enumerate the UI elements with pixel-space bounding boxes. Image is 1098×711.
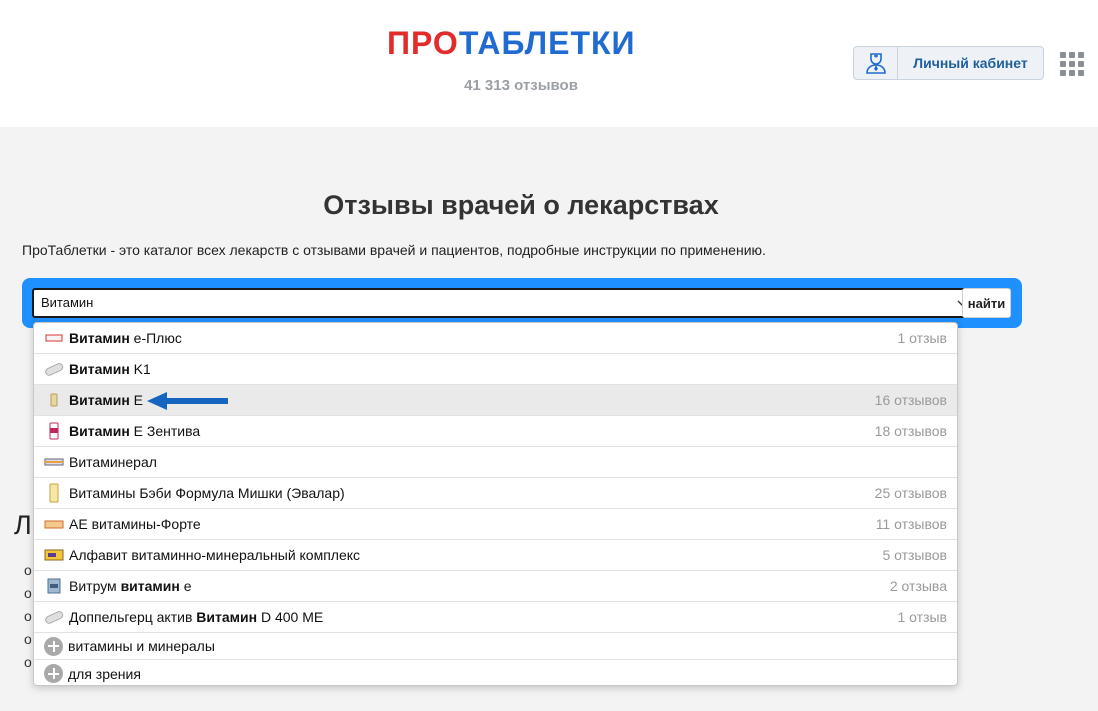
category-item[interactable]: для зрения	[34, 660, 957, 685]
suggestion-item[interactable]: Витаминерал	[34, 447, 957, 478]
personal-cabinet-label: Личный кабинет	[913, 55, 1028, 71]
partial-link[interactable]: о	[24, 585, 32, 608]
partial-link[interactable]: о	[24, 654, 32, 677]
tube-thumb-icon	[44, 483, 64, 503]
bottle-red-thumb-icon	[44, 422, 64, 440]
logo-part-pro: ПРО	[387, 25, 459, 61]
search-panel: Витамин найти	[22, 278, 1022, 328]
suggestion-item[interactable]: Витамин K1	[34, 354, 957, 385]
annotation-arrow-icon	[147, 392, 228, 410]
search-button[interactable]: найти	[962, 288, 1011, 318]
box-thumb-icon	[44, 331, 64, 345]
review-count: 2 отзыва	[889, 578, 947, 594]
section-links-partial: о о о о о	[24, 562, 32, 677]
doctor-icon	[854, 47, 898, 79]
strip-thumb-icon	[44, 455, 64, 469]
personal-cabinet-button[interactable]: Личный кабинет	[853, 46, 1044, 80]
review-count: 1 отзыв	[897, 609, 948, 625]
bottle-thumb-icon	[44, 393, 64, 407]
partial-link[interactable]: о	[24, 608, 32, 631]
box-orange-thumb-icon	[44, 517, 64, 531]
category-label: витамины и минералы	[68, 638, 215, 654]
category-label: для зрения	[68, 665, 141, 682]
suggestion-item[interactable]: Витамин е-Плюс 1 отзыв	[34, 323, 957, 354]
suggestion-item[interactable]: Витамин Е Зентива 18 отзывов	[34, 416, 957, 447]
pill-thumb-icon	[44, 610, 64, 624]
intro-text: ПроТаблетки - это каталог всех лекарств …	[22, 242, 766, 258]
suggestion-item[interactable]: Витрум витамин е 2 отзыва	[34, 571, 957, 602]
review-count: 11 отзывов	[875, 516, 947, 532]
autocomplete-dropdown: Витамин е-Плюс 1 отзыв Витамин K1 Витами…	[33, 322, 958, 686]
suggestion-item[interactable]: Алфавит витаминно-минеральный комплекс 5…	[34, 540, 957, 571]
review-count: 16 отзывов	[874, 392, 947, 408]
page-title: Отзывы врачей о лекарствах	[323, 190, 719, 220]
suggestion-item[interactable]: АЕ витамины-Форте 11 отзывов	[34, 509, 957, 540]
section-heading-partial: Л	[14, 510, 32, 540]
plus-icon	[44, 664, 63, 683]
review-count: 18 отзывов	[874, 423, 947, 439]
search-input-value: Витамин	[41, 295, 94, 310]
review-count: 1 отзыв	[897, 330, 948, 346]
apps-grid-icon[interactable]	[1060, 52, 1084, 76]
pill-thumb-icon	[44, 362, 64, 376]
box-yellow-thumb-icon	[44, 548, 64, 562]
site-header: ПРОТАБЛЕТКИ 41 313 отзывов Личный кабине…	[0, 0, 1098, 127]
review-count: 5 отзывов	[882, 547, 947, 563]
review-count: 25 отзывов	[874, 485, 947, 501]
logo-part-tabletki: ТАБЛЕТКИ	[458, 25, 636, 61]
suggestion-item[interactable]: Доппельгерц актив Витамин D 400 МЕ 1 отз…	[34, 602, 957, 633]
partial-link[interactable]: о	[24, 631, 32, 654]
partial-link[interactable]: о	[24, 562, 32, 585]
plus-icon	[44, 636, 63, 656]
site-logo[interactable]: ПРОТАБЛЕТКИ	[387, 27, 636, 59]
box-blue-thumb-icon	[44, 578, 64, 594]
suggestion-item[interactable]: Витамины Бэби Формула Мишки (Эвалар) 25 …	[34, 478, 957, 509]
category-item[interactable]: витамины и минералы	[34, 633, 957, 660]
search-input[interactable]: Витамин	[32, 288, 979, 318]
